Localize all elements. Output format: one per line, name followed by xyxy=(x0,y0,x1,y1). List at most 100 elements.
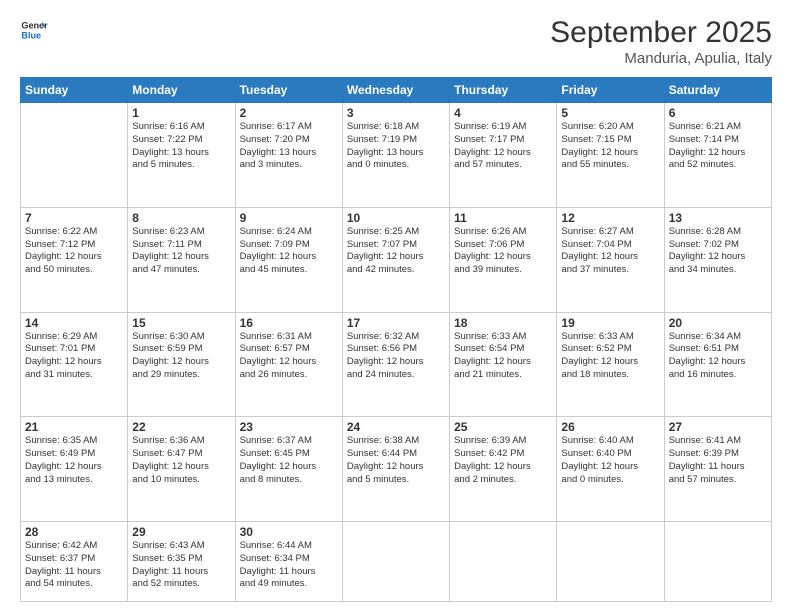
day-info: Sunrise: 6:23 AM Sunset: 7:11 PM Dayligh… xyxy=(132,226,230,277)
day-info: Sunrise: 6:32 AM Sunset: 6:56 PM Dayligh… xyxy=(347,331,445,382)
day-number: 9 xyxy=(240,211,338,225)
day-cell: 12Sunrise: 6:27 AM Sunset: 7:04 PM Dayli… xyxy=(557,207,664,312)
day-cell: 17Sunrise: 6:32 AM Sunset: 6:56 PM Dayli… xyxy=(342,312,449,417)
month-title: September 2025 xyxy=(550,16,772,50)
day-cell: 3Sunrise: 6:18 AM Sunset: 7:19 PM Daylig… xyxy=(342,103,449,208)
day-number: 26 xyxy=(561,420,659,434)
day-number: 30 xyxy=(240,525,338,539)
week-row-1: 1Sunrise: 6:16 AM Sunset: 7:22 PM Daylig… xyxy=(21,103,772,208)
day-number: 8 xyxy=(132,211,230,225)
day-info: Sunrise: 6:29 AM Sunset: 7:01 PM Dayligh… xyxy=(25,331,123,382)
day-number: 21 xyxy=(25,420,123,434)
day-cell: 18Sunrise: 6:33 AM Sunset: 6:54 PM Dayli… xyxy=(450,312,557,417)
day-cell: 1Sunrise: 6:16 AM Sunset: 7:22 PM Daylig… xyxy=(128,103,235,208)
day-number: 22 xyxy=(132,420,230,434)
day-number: 17 xyxy=(347,316,445,330)
title-area: September 2025 Manduria, Apulia, Italy xyxy=(550,16,772,67)
day-cell: 28Sunrise: 6:42 AM Sunset: 6:37 PM Dayli… xyxy=(21,522,128,602)
day-number: 20 xyxy=(669,316,767,330)
calendar-table: SundayMondayTuesdayWednesdayThursdayFrid… xyxy=(20,77,772,602)
day-number: 25 xyxy=(454,420,552,434)
day-number: 4 xyxy=(454,106,552,120)
logo: General Blue xyxy=(20,16,48,44)
day-cell: 16Sunrise: 6:31 AM Sunset: 6:57 PM Dayli… xyxy=(235,312,342,417)
day-info: Sunrise: 6:43 AM Sunset: 6:35 PM Dayligh… xyxy=(132,540,230,591)
day-cell: 15Sunrise: 6:30 AM Sunset: 6:59 PM Dayli… xyxy=(128,312,235,417)
day-cell: 6Sunrise: 6:21 AM Sunset: 7:14 PM Daylig… xyxy=(664,103,771,208)
day-cell xyxy=(664,522,771,602)
day-info: Sunrise: 6:36 AM Sunset: 6:47 PM Dayligh… xyxy=(132,435,230,486)
day-info: Sunrise: 6:31 AM Sunset: 6:57 PM Dayligh… xyxy=(240,331,338,382)
day-number: 3 xyxy=(347,106,445,120)
header-row: SundayMondayTuesdayWednesdayThursdayFrid… xyxy=(21,78,772,103)
page: General Blue September 2025 Manduria, Ap… xyxy=(0,0,792,612)
day-cell: 19Sunrise: 6:33 AM Sunset: 6:52 PM Dayli… xyxy=(557,312,664,417)
day-number: 6 xyxy=(669,106,767,120)
day-number: 14 xyxy=(25,316,123,330)
day-number: 7 xyxy=(25,211,123,225)
location: Manduria, Apulia, Italy xyxy=(550,50,772,67)
day-cell: 9Sunrise: 6:24 AM Sunset: 7:09 PM Daylig… xyxy=(235,207,342,312)
day-info: Sunrise: 6:42 AM Sunset: 6:37 PM Dayligh… xyxy=(25,540,123,591)
day-info: Sunrise: 6:40 AM Sunset: 6:40 PM Dayligh… xyxy=(561,435,659,486)
day-info: Sunrise: 6:26 AM Sunset: 7:06 PM Dayligh… xyxy=(454,226,552,277)
day-info: Sunrise: 6:30 AM Sunset: 6:59 PM Dayligh… xyxy=(132,331,230,382)
day-number: 23 xyxy=(240,420,338,434)
day-info: Sunrise: 6:33 AM Sunset: 6:52 PM Dayligh… xyxy=(561,331,659,382)
day-number: 28 xyxy=(25,525,123,539)
day-number: 5 xyxy=(561,106,659,120)
day-info: Sunrise: 6:25 AM Sunset: 7:07 PM Dayligh… xyxy=(347,226,445,277)
day-info: Sunrise: 6:22 AM Sunset: 7:12 PM Dayligh… xyxy=(25,226,123,277)
day-info: Sunrise: 6:20 AM Sunset: 7:15 PM Dayligh… xyxy=(561,121,659,172)
day-cell: 4Sunrise: 6:19 AM Sunset: 7:17 PM Daylig… xyxy=(450,103,557,208)
week-row-4: 21Sunrise: 6:35 AM Sunset: 6:49 PM Dayli… xyxy=(21,417,772,522)
day-number: 10 xyxy=(347,211,445,225)
day-header-tuesday: Tuesday xyxy=(235,78,342,103)
day-number: 16 xyxy=(240,316,338,330)
day-cell: 26Sunrise: 6:40 AM Sunset: 6:40 PM Dayli… xyxy=(557,417,664,522)
day-cell: 11Sunrise: 6:26 AM Sunset: 7:06 PM Dayli… xyxy=(450,207,557,312)
day-number: 18 xyxy=(454,316,552,330)
week-row-5: 28Sunrise: 6:42 AM Sunset: 6:37 PM Dayli… xyxy=(21,522,772,602)
day-cell: 22Sunrise: 6:36 AM Sunset: 6:47 PM Dayli… xyxy=(128,417,235,522)
header: General Blue September 2025 Manduria, Ap… xyxy=(20,16,772,67)
day-info: Sunrise: 6:24 AM Sunset: 7:09 PM Dayligh… xyxy=(240,226,338,277)
day-header-thursday: Thursday xyxy=(450,78,557,103)
day-cell: 2Sunrise: 6:17 AM Sunset: 7:20 PM Daylig… xyxy=(235,103,342,208)
day-info: Sunrise: 6:33 AM Sunset: 6:54 PM Dayligh… xyxy=(454,331,552,382)
day-cell xyxy=(450,522,557,602)
day-cell: 10Sunrise: 6:25 AM Sunset: 7:07 PM Dayli… xyxy=(342,207,449,312)
day-number: 27 xyxy=(669,420,767,434)
day-cell: 29Sunrise: 6:43 AM Sunset: 6:35 PM Dayli… xyxy=(128,522,235,602)
day-cell: 7Sunrise: 6:22 AM Sunset: 7:12 PM Daylig… xyxy=(21,207,128,312)
day-cell: 23Sunrise: 6:37 AM Sunset: 6:45 PM Dayli… xyxy=(235,417,342,522)
day-header-friday: Friday xyxy=(557,78,664,103)
day-info: Sunrise: 6:16 AM Sunset: 7:22 PM Dayligh… xyxy=(132,121,230,172)
logo-icon: General Blue xyxy=(20,16,48,44)
day-cell: 21Sunrise: 6:35 AM Sunset: 6:49 PM Dayli… xyxy=(21,417,128,522)
week-row-3: 14Sunrise: 6:29 AM Sunset: 7:01 PM Dayli… xyxy=(21,312,772,417)
day-info: Sunrise: 6:39 AM Sunset: 6:42 PM Dayligh… xyxy=(454,435,552,486)
day-cell: 8Sunrise: 6:23 AM Sunset: 7:11 PM Daylig… xyxy=(128,207,235,312)
day-info: Sunrise: 6:19 AM Sunset: 7:17 PM Dayligh… xyxy=(454,121,552,172)
day-cell xyxy=(21,103,128,208)
day-number: 13 xyxy=(669,211,767,225)
day-info: Sunrise: 6:18 AM Sunset: 7:19 PM Dayligh… xyxy=(347,121,445,172)
day-info: Sunrise: 6:38 AM Sunset: 6:44 PM Dayligh… xyxy=(347,435,445,486)
day-number: 11 xyxy=(454,211,552,225)
day-info: Sunrise: 6:21 AM Sunset: 7:14 PM Dayligh… xyxy=(669,121,767,172)
day-info: Sunrise: 6:37 AM Sunset: 6:45 PM Dayligh… xyxy=(240,435,338,486)
day-info: Sunrise: 6:34 AM Sunset: 6:51 PM Dayligh… xyxy=(669,331,767,382)
day-cell: 20Sunrise: 6:34 AM Sunset: 6:51 PM Dayli… xyxy=(664,312,771,417)
day-cell: 13Sunrise: 6:28 AM Sunset: 7:02 PM Dayli… xyxy=(664,207,771,312)
week-row-2: 7Sunrise: 6:22 AM Sunset: 7:12 PM Daylig… xyxy=(21,207,772,312)
day-number: 15 xyxy=(132,316,230,330)
day-header-saturday: Saturday xyxy=(664,78,771,103)
day-cell: 25Sunrise: 6:39 AM Sunset: 6:42 PM Dayli… xyxy=(450,417,557,522)
day-info: Sunrise: 6:41 AM Sunset: 6:39 PM Dayligh… xyxy=(669,435,767,486)
day-info: Sunrise: 6:35 AM Sunset: 6:49 PM Dayligh… xyxy=(25,435,123,486)
day-info: Sunrise: 6:28 AM Sunset: 7:02 PM Dayligh… xyxy=(669,226,767,277)
day-number: 29 xyxy=(132,525,230,539)
day-info: Sunrise: 6:17 AM Sunset: 7:20 PM Dayligh… xyxy=(240,121,338,172)
day-cell xyxy=(557,522,664,602)
